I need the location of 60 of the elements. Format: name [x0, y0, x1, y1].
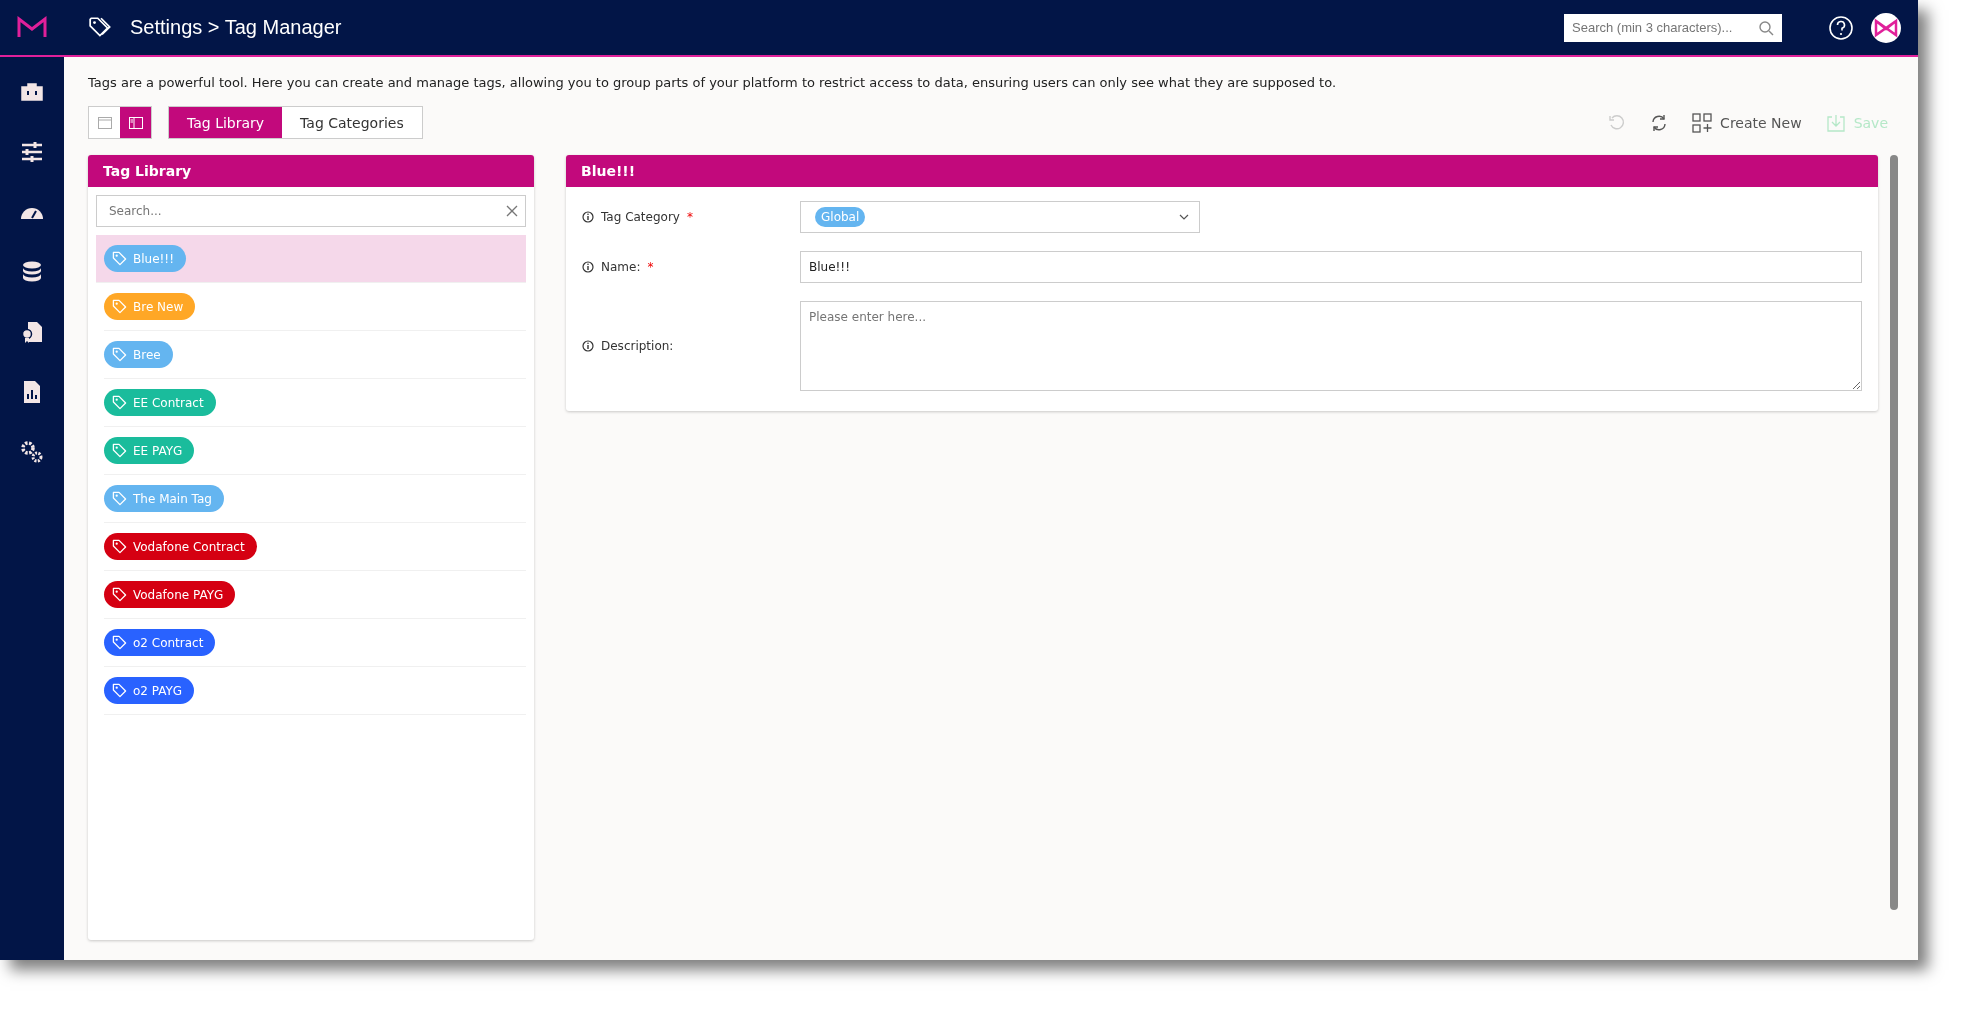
field-label: Description: [601, 339, 674, 353]
tag-list-item[interactable]: Vodafone PAYG [104, 571, 526, 619]
search-field[interactable]: Search (min 3 characters)... [1564, 13, 1782, 42]
info-icon[interactable] [582, 211, 594, 223]
tag-chip: o2 PAYG [104, 677, 195, 704]
help-icon[interactable] [1828, 14, 1854, 41]
field-label: Name: [601, 260, 641, 274]
tag-chip: Vodafone Contract [104, 533, 257, 560]
tag-icon [112, 347, 127, 362]
search-icon [1758, 19, 1774, 36]
tag-icon [112, 683, 127, 698]
tag-icon [112, 299, 127, 314]
clear-icon[interactable] [506, 205, 518, 217]
page-title: Settings > Tag Manager [130, 16, 342, 39]
tab[interactable]: Tag Library [169, 107, 283, 138]
info-icon[interactable] [582, 340, 594, 352]
tag-chip: o2 Contract [104, 629, 216, 656]
add-grid-icon [1692, 112, 1713, 133]
tag-list-item[interactable]: o2 Contract [104, 619, 526, 667]
intro-text: Tags are a powerful tool. Here you can create and manage tags, allowing you to group parts of your platform to restrict access to data, ensuring users can only see what they are supposed to. [88, 75, 1338, 90]
panel-title: Blue!!! [566, 155, 1878, 187]
field-label: Tag Category [601, 210, 680, 224]
tag-chip: Bre New [104, 293, 196, 320]
tag-chip: The Main Tag [104, 485, 224, 512]
tag-icon [112, 539, 127, 554]
tag-icon [112, 635, 127, 650]
split-view-icon [128, 116, 143, 129]
tag-icon [112, 491, 127, 506]
download-icon [1825, 112, 1846, 133]
undo-icon [1608, 113, 1627, 132]
tag-chip: Blue!!! [104, 245, 186, 272]
search-field[interactable]: Search... [96, 195, 526, 227]
scrollbar[interactable] [1890, 155, 1898, 910]
category-chip: Global [815, 207, 866, 227]
gears-icon[interactable] [19, 439, 45, 465]
window-icon [97, 116, 112, 129]
tag-icon [112, 395, 127, 410]
description-field[interactable]: Please enter here... [800, 301, 1862, 391]
tag-icon [112, 251, 127, 266]
sliders-icon[interactable] [19, 139, 45, 165]
split-view-button[interactable] [120, 107, 151, 138]
chevron-down-icon [1179, 214, 1189, 220]
info-icon[interactable] [582, 261, 594, 273]
tag-chip: Bree [104, 341, 173, 368]
avatar-icon[interactable] [1870, 11, 1902, 44]
tag-chip: EE PAYG [104, 437, 195, 464]
tag-chip: Vodafone PAYG [104, 581, 236, 608]
required-marker: * [686, 210, 693, 224]
tag-list-item[interactable]: Vodafone Contract [104, 523, 526, 571]
tag-chip: EE Contract [104, 389, 216, 416]
logo-icon [16, 15, 48, 40]
refresh-icon [1650, 113, 1669, 132]
tag-list-item[interactable]: o2 PAYG [104, 667, 526, 715]
required-marker: * [647, 260, 654, 274]
refresh-button[interactable] [1650, 113, 1669, 132]
panel-title: Tag Library [88, 155, 534, 187]
tag-icon [112, 443, 127, 458]
name-field[interactable]: Blue!!! [800, 251, 1862, 283]
tag-icon [112, 587, 127, 602]
create-new-button[interactable]: Create New [1692, 112, 1802, 133]
